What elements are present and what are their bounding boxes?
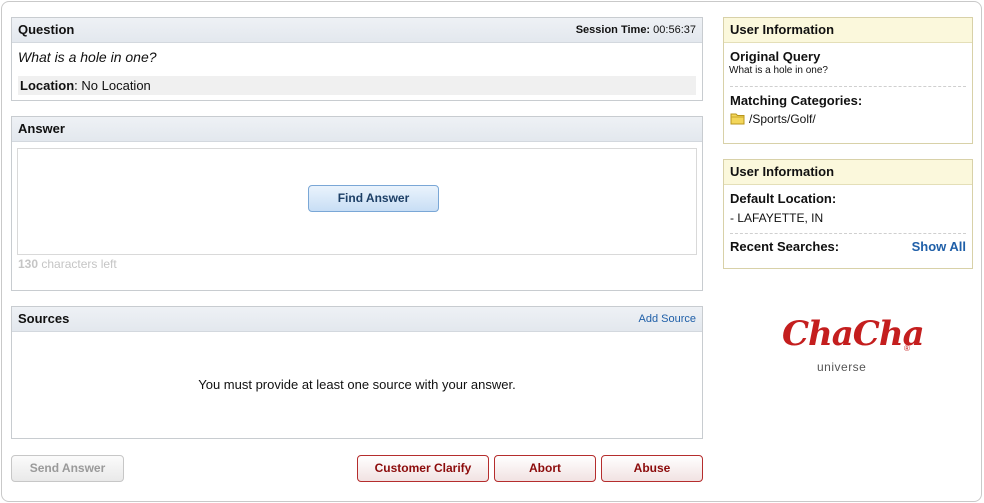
characters-left-count: 130 (18, 257, 39, 271)
question-title: Question (18, 22, 75, 37)
characters-left-label: characters left (38, 257, 117, 271)
user-info-panel-query: User Information Original Query What is … (723, 17, 973, 144)
abuse-button[interactable]: Abuse (601, 455, 703, 482)
answer-title: Answer (18, 121, 65, 136)
divider (730, 233, 966, 234)
logo-subtitle: universe (817, 360, 867, 374)
location-row: Location: No Location (18, 76, 696, 95)
session-time: Session Time: 00:56:37 (576, 18, 696, 42)
question-panel: Question Session Time: 00:56:37 What is … (11, 17, 703, 101)
user-info-header: User Information (724, 18, 972, 43)
find-answer-button[interactable]: Find Answer (308, 185, 439, 212)
sources-title: Sources (18, 311, 70, 326)
answer-header: Answer (12, 117, 702, 142)
question-header: Question Session Time: 00:56:37 (12, 18, 702, 43)
recent-searches-row: Recent Searches: Show All (724, 239, 972, 257)
default-location-value: - LAFAYETTE, IN (730, 211, 824, 225)
user-info-header: User Information (724, 160, 972, 185)
sources-header: Sources Add Source (12, 307, 702, 332)
logo-registered-mark: ® (904, 344, 910, 353)
category-item[interactable]: /Sports/Golf/ (724, 112, 972, 128)
matching-categories-label: Matching Categories: (730, 93, 863, 108)
session-time-label: Session Time: (575, 24, 651, 36)
show-all-link[interactable]: Show All (912, 239, 966, 254)
divider (730, 86, 966, 87)
question-text: What is a hole in one? (18, 49, 157, 65)
category-path: /Sports/Golf/ (749, 112, 816, 127)
abort-button[interactable]: Abort (494, 455, 596, 482)
answer-textarea[interactable]: Find Answer (17, 148, 697, 255)
logo-wordmark: ChaCha (782, 314, 925, 354)
original-query-label: Original Query (730, 49, 821, 64)
sources-message: You must provide at least one source wit… (198, 377, 516, 392)
location-label: Location (20, 78, 75, 93)
location-value: : No Location (74, 78, 151, 93)
recent-searches-label: Recent Searches: (730, 239, 840, 254)
customer-clarify-button[interactable]: Customer Clarify (357, 455, 489, 482)
user-info-panel-location: User Information Default Location: - LAF… (723, 159, 973, 269)
characters-left: 130 characters left (18, 257, 117, 271)
add-source-link[interactable]: Add Source (639, 307, 696, 331)
sources-panel: Sources Add Source You must provide at l… (11, 306, 703, 439)
chacha-logo: ChaCha ® universe (782, 314, 925, 376)
folder-icon (730, 112, 745, 128)
send-answer-button[interactable]: Send Answer (11, 455, 124, 482)
original-query-text: What is a hole in one? (729, 65, 828, 76)
default-location-label: Default Location: (730, 191, 837, 206)
session-time-value: 00:56:37 (653, 24, 696, 36)
answer-panel: Answer Find Answer 130 characters left (11, 116, 703, 291)
